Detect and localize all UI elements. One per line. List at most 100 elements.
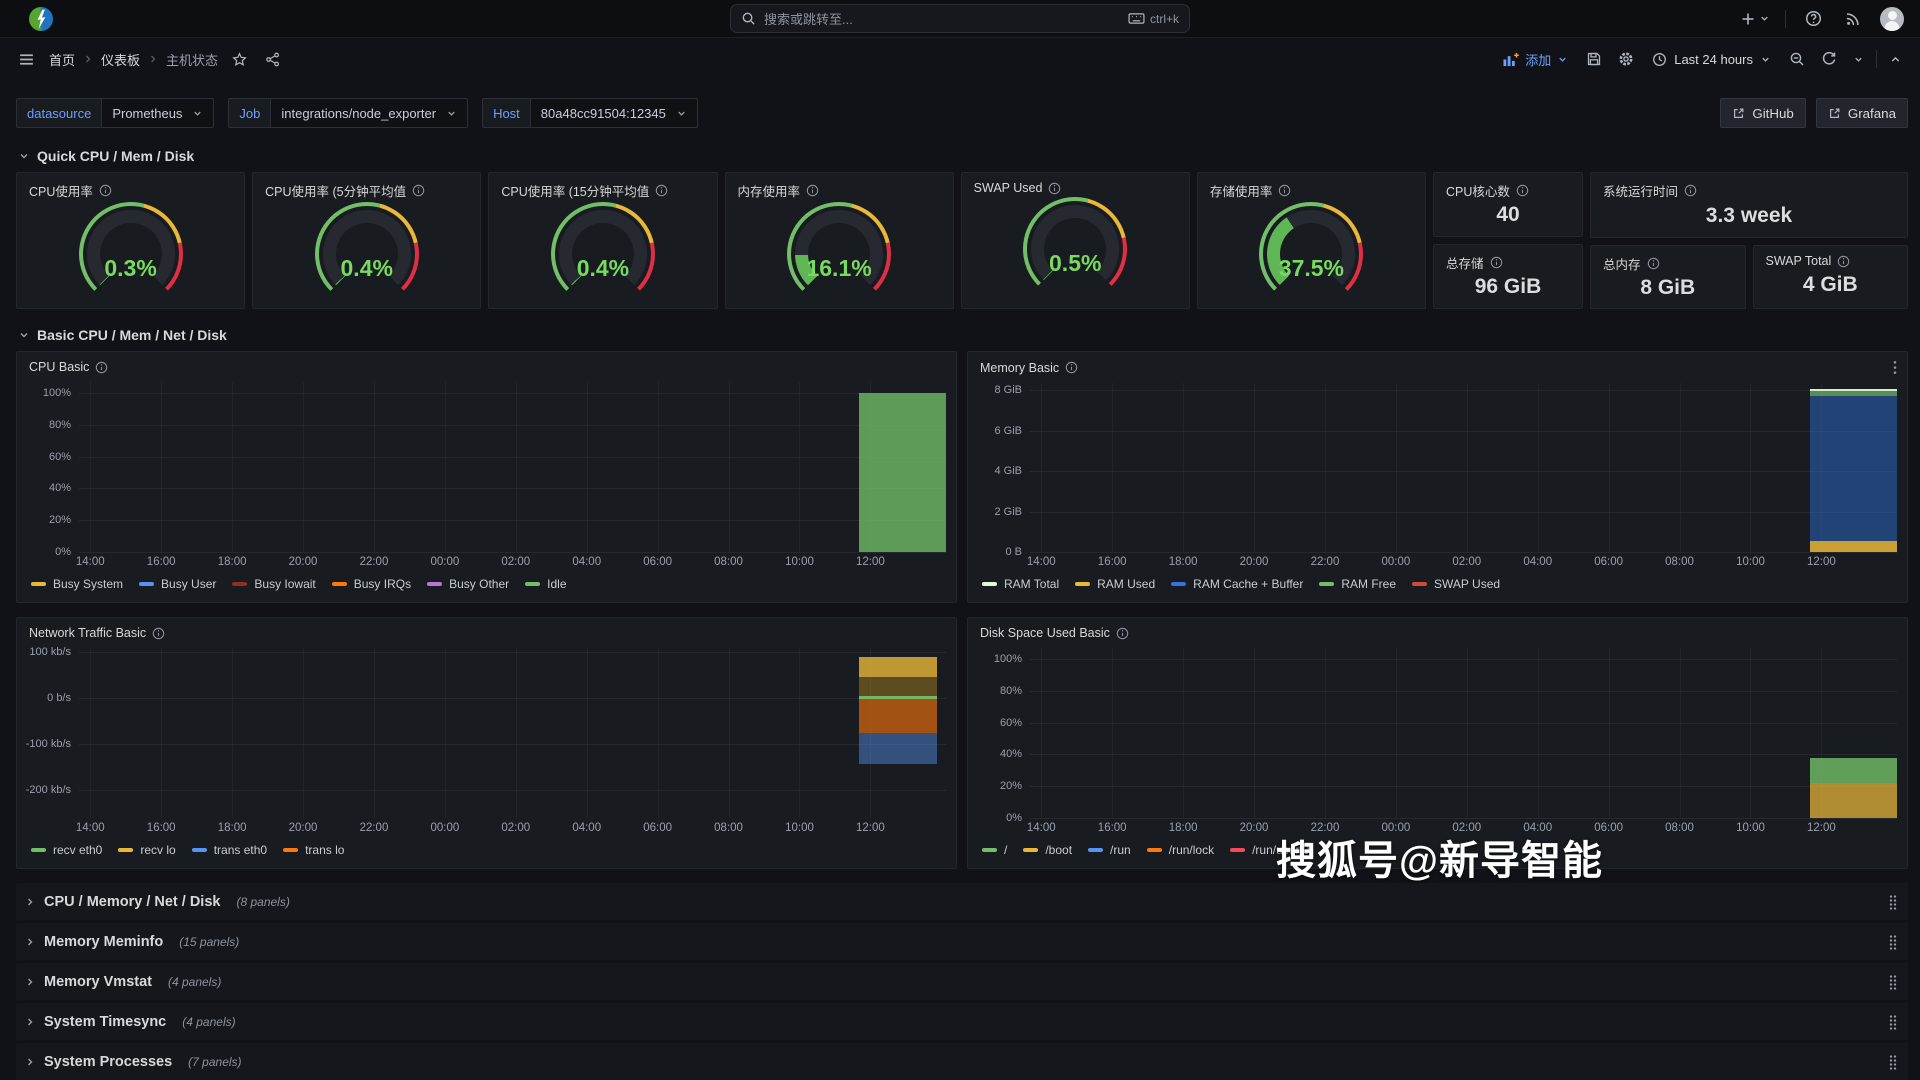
panel-title[interactable]: 存储使用率: [1210, 181, 1273, 200]
menu-icon[interactable]: [14, 47, 39, 72]
info-icon[interactable]: [412, 184, 425, 197]
legend-item[interactable]: /run: [1088, 843, 1131, 857]
legend-item[interactable]: Idle: [525, 577, 567, 591]
row-header-quick[interactable]: Quick CPU / Mem / Disk: [18, 148, 1908, 164]
info-icon[interactable]: [806, 184, 819, 197]
collapsed-row[interactable]: Memory Vmstat (4 panels): [16, 963, 1908, 1000]
breadcrumb-item[interactable]: 主机状态: [166, 50, 218, 69]
panel-title[interactable]: SWAP Total: [1766, 254, 1832, 268]
user-avatar[interactable]: [1880, 6, 1904, 31]
time-range-picker[interactable]: Last 24 hours: [1646, 48, 1777, 71]
collapsed-row[interactable]: System Timesync (4 panels): [16, 1003, 1908, 1040]
drag-handle-icon[interactable]: [1888, 1014, 1898, 1030]
variable-label[interactable]: datasource: [16, 98, 102, 128]
drag-handle-icon[interactable]: [1888, 974, 1898, 990]
legend-item[interactable]: RAM Cache + Buffer: [1171, 577, 1303, 591]
panel-title[interactable]: 总存储: [1446, 253, 1484, 272]
help-icon[interactable]: [1801, 6, 1826, 31]
search-input[interactable]: 搜索或跳转至... ctrl+k: [730, 4, 1190, 33]
panel-title[interactable]: CPU使用率 (15分钟平均值: [501, 181, 649, 200]
drag-handle-icon[interactable]: [1888, 894, 1898, 910]
panel-title[interactable]: 内存使用率: [738, 181, 801, 200]
info-icon[interactable]: [99, 184, 112, 197]
collapse-toolbar-icon[interactable]: [1885, 49, 1906, 70]
plot-area[interactable]: [79, 382, 946, 553]
row-title[interactable]: System Timesync: [44, 1014, 166, 1030]
breadcrumb-item[interactable]: 首页: [49, 50, 75, 69]
row-title[interactable]: CPU / Memory / Net / Disk: [44, 894, 220, 910]
app-logo[interactable]: [28, 6, 54, 32]
variable-value-dropdown[interactable]: integrations/node_exporter: [270, 98, 469, 128]
add-panel-button[interactable]: 添加: [1496, 46, 1574, 73]
legend-item[interactable]: Busy Other: [427, 577, 509, 591]
collapsed-row[interactable]: CPU / Memory / Net / Disk (8 panels): [16, 883, 1908, 920]
row-title[interactable]: Memory Vmstat: [44, 974, 152, 990]
info-icon[interactable]: [1048, 182, 1061, 195]
info-icon[interactable]: [1837, 255, 1850, 268]
zoom-out-icon[interactable]: [1785, 47, 1809, 71]
variable-label[interactable]: Job: [228, 98, 271, 128]
info-icon[interactable]: [1490, 256, 1503, 269]
collapsed-row[interactable]: Memory Meminfo (15 panels): [16, 923, 1908, 960]
legend-item[interactable]: trans eth0: [191, 843, 267, 857]
legend-item[interactable]: Busy IRQs: [331, 577, 411, 591]
panel-title[interactable]: Memory Basic: [980, 361, 1059, 375]
refresh-icon[interactable]: [1817, 47, 1841, 71]
legend-item[interactable]: RAM Total: [982, 577, 1059, 591]
star-icon[interactable]: [228, 48, 251, 71]
legend-item[interactable]: Busy User: [139, 577, 216, 591]
info-icon[interactable]: [1278, 184, 1291, 197]
legend-item[interactable]: RAM Free: [1319, 577, 1396, 591]
panel-title[interactable]: CPU使用率 (5分钟平均值: [265, 181, 406, 200]
legend-item[interactable]: /boot: [1023, 843, 1072, 857]
row-title[interactable]: System Processes: [44, 1054, 172, 1070]
panel-title[interactable]: Network Traffic Basic: [29, 626, 146, 640]
collapsed-row[interactable]: System Processes (7 panels): [16, 1043, 1908, 1080]
legend-item[interactable]: /: [982, 843, 1007, 857]
plot-area[interactable]: [79, 648, 946, 818]
news-rss-icon[interactable]: [1841, 7, 1865, 31]
panel-title[interactable]: CPU使用率: [29, 181, 93, 200]
legend-item[interactable]: trans lo: [283, 843, 344, 857]
legend-item[interactable]: SWAP Used: [1412, 577, 1500, 591]
refresh-interval-chevron[interactable]: [1849, 50, 1868, 69]
drag-handle-icon[interactable]: [1888, 1054, 1898, 1070]
info-icon[interactable]: [152, 627, 165, 640]
legend-item[interactable]: Busy System: [31, 577, 123, 591]
variable-value-dropdown[interactable]: Prometheus: [101, 98, 215, 128]
legend-item[interactable]: recv lo: [118, 843, 176, 857]
row-header-basic[interactable]: Basic CPU / Mem / Net / Disk: [18, 327, 1908, 343]
plot-area[interactable]: [1030, 383, 1897, 553]
legend-item[interactable]: Busy Iowait: [232, 577, 316, 591]
new-button[interactable]: [1740, 11, 1770, 27]
variable-label[interactable]: Host: [482, 98, 530, 128]
settings-gear-icon[interactable]: [1614, 47, 1638, 71]
grafana-link-button[interactable]: Grafana: [1815, 98, 1908, 128]
info-icon[interactable]: [1065, 361, 1078, 374]
panel-title[interactable]: 系统运行时间: [1603, 181, 1678, 200]
legend-item[interactable]: RAM Used: [1075, 577, 1155, 591]
panel-menu-kebab-icon[interactable]: [1893, 360, 1897, 375]
panel-title[interactable]: SWAP Used: [974, 181, 1043, 195]
info-icon[interactable]: [655, 184, 668, 197]
row-title[interactable]: Memory Meminfo: [44, 934, 163, 950]
info-icon[interactable]: [1684, 184, 1697, 197]
panel-title[interactable]: CPU Basic: [29, 360, 89, 374]
info-icon[interactable]: [95, 361, 108, 374]
legend-item[interactable]: recv eth0: [31, 843, 102, 857]
plot-area[interactable]: [1030, 648, 1897, 819]
variable-value-dropdown[interactable]: 80a48cc91504:12345: [529, 98, 698, 128]
info-icon[interactable]: [1647, 257, 1660, 270]
drag-handle-icon[interactable]: [1888, 934, 1898, 950]
share-icon[interactable]: [261, 48, 284, 71]
github-link-button[interactable]: GitHub: [1720, 98, 1806, 128]
panel-title[interactable]: CPU核心数: [1446, 181, 1510, 200]
panel-title[interactable]: 总内存: [1603, 254, 1641, 273]
breadcrumb-item[interactable]: 仪表板: [101, 50, 140, 69]
legend-item[interactable]: /run/user/0: [1230, 843, 1309, 857]
save-icon[interactable]: [1582, 47, 1606, 71]
info-icon[interactable]: [1116, 627, 1129, 640]
info-icon[interactable]: [1516, 184, 1529, 197]
legend-item[interactable]: /run/lock: [1146, 843, 1214, 857]
panel-title[interactable]: Disk Space Used Basic: [980, 626, 1110, 640]
